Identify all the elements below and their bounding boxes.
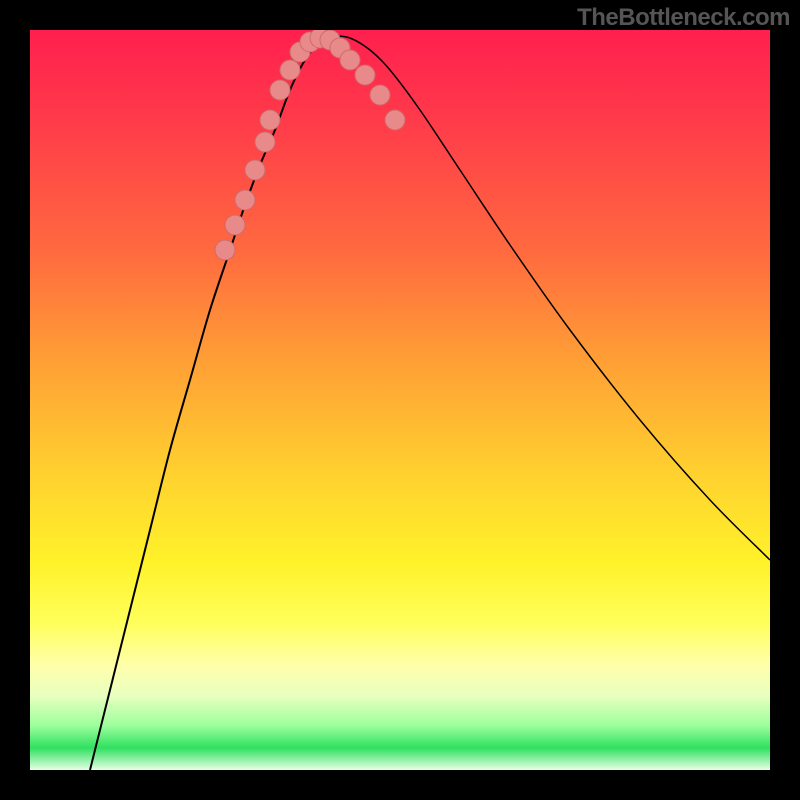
curve-left-branch [90, 36, 335, 770]
data-marker [320, 30, 340, 50]
data-marker [355, 65, 375, 85]
data-marker [385, 110, 405, 130]
plot-area [30, 30, 770, 770]
data-marker [270, 80, 290, 100]
data-marker [280, 60, 300, 80]
chart-container: TheBottleneck.com [0, 0, 800, 800]
data-marker [370, 85, 390, 105]
watermark-text: TheBottleneck.com [577, 4, 790, 32]
curve-svg [30, 30, 770, 770]
data-marker [215, 240, 235, 260]
data-marker [290, 42, 310, 62]
data-marker [310, 30, 330, 48]
data-marker [225, 215, 245, 235]
data-marker [300, 32, 320, 52]
data-marker [235, 190, 255, 210]
data-marker [255, 132, 275, 152]
curve-right-branch [335, 36, 770, 560]
data-marker [260, 110, 280, 130]
data-marker [340, 50, 360, 70]
marker-group [215, 30, 405, 260]
data-marker [330, 38, 350, 58]
data-marker [245, 160, 265, 180]
